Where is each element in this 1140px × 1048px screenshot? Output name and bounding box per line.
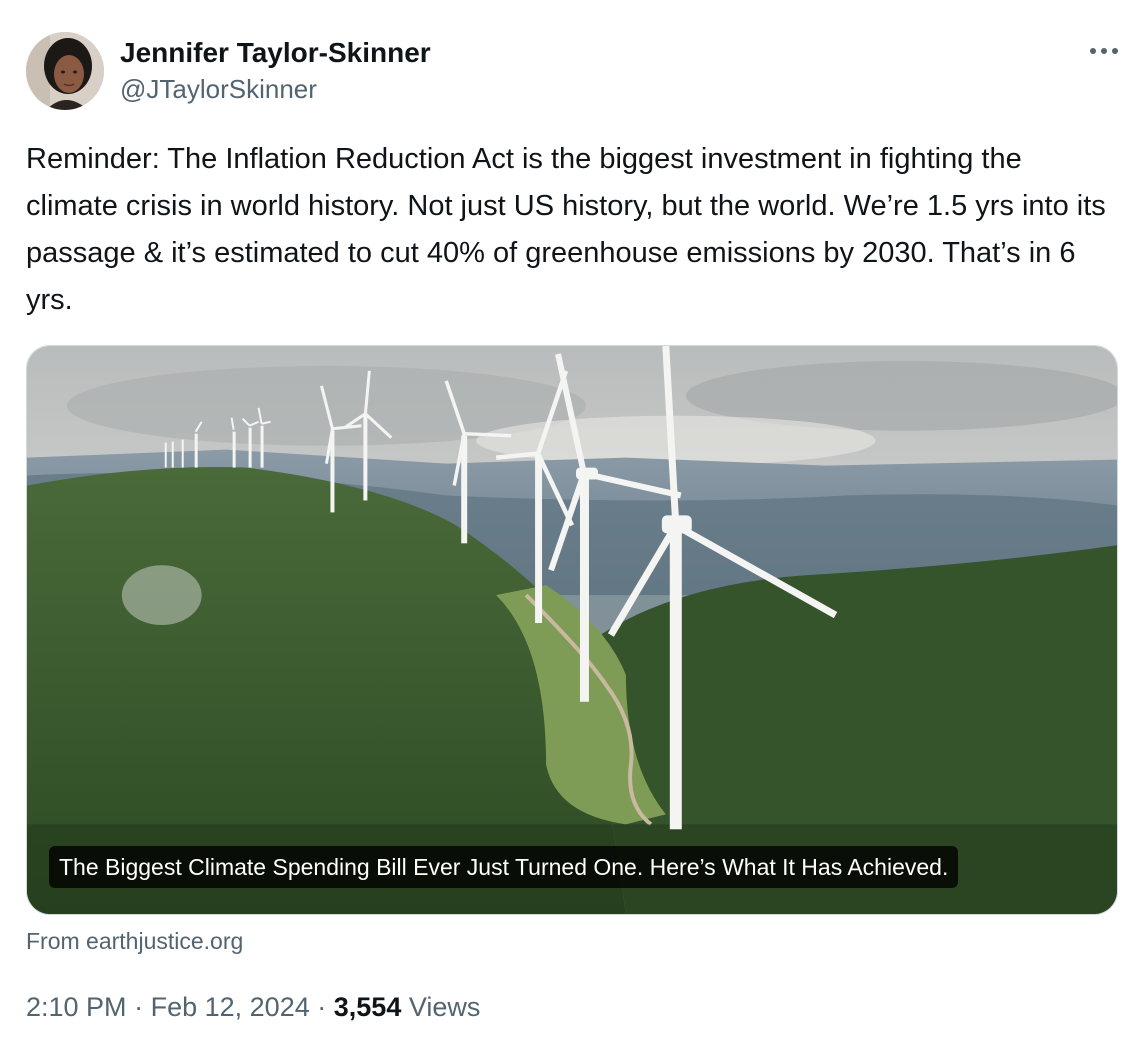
card-source-link[interactable]: From earthjustice.org bbox=[26, 926, 243, 956]
wind-turbines-image bbox=[27, 346, 1117, 914]
tweet-metadata: 2:10 PM · Feb 12, 2024 · 3,554 Views bbox=[26, 990, 480, 1024]
views-count: 3,554 bbox=[333, 992, 402, 1022]
more-horizontal-icon bbox=[1090, 48, 1118, 54]
author-display-name[interactable]: Jennifer Taylor-Skinner bbox=[120, 36, 431, 70]
tweet-text: Reminder: The Inflation Reduction Act is… bbox=[26, 143, 1106, 316]
more-options-button[interactable] bbox=[1084, 36, 1124, 66]
author-handle[interactable]: @JTaylorSkinner bbox=[120, 73, 317, 105]
link-card[interactable]: The Biggest Climate Spending Bill Ever J… bbox=[26, 345, 1118, 915]
user-avatar-icon bbox=[26, 32, 104, 110]
card-caption: The Biggest Climate Spending Bill Ever J… bbox=[49, 846, 959, 888]
views-label: Views bbox=[408, 992, 481, 1022]
tweet-date[interactable]: Feb 12, 2024 bbox=[151, 992, 310, 1022]
meta-separator: · bbox=[134, 992, 144, 1022]
meta-separator: · bbox=[317, 992, 327, 1022]
avatar[interactable] bbox=[26, 32, 104, 110]
tweet-time[interactable]: 2:10 PM bbox=[26, 992, 127, 1022]
